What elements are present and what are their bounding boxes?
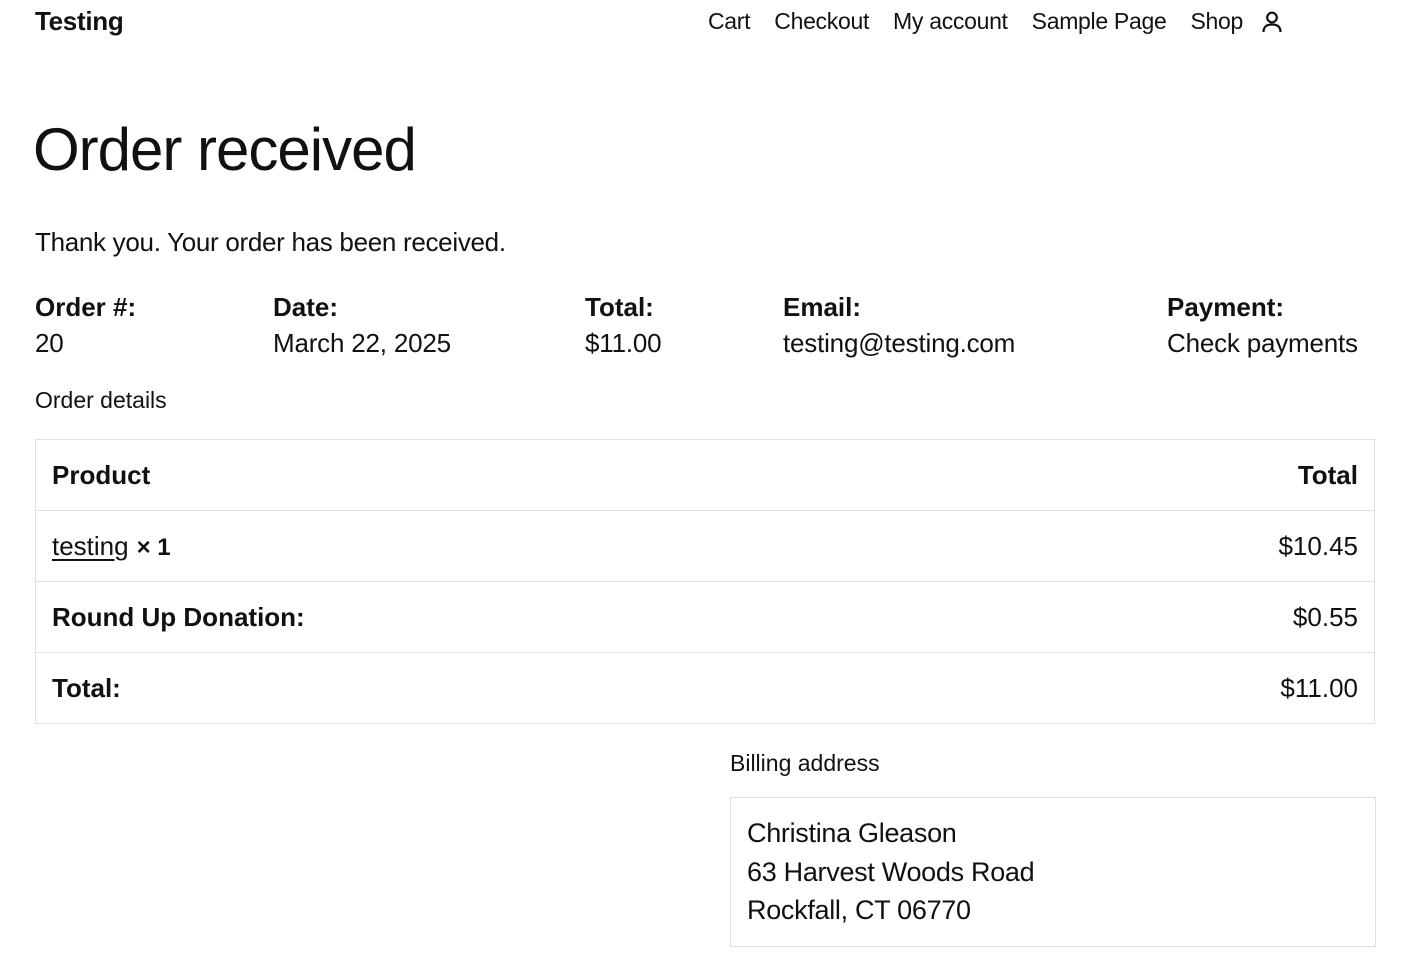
nav-item-sample-page[interactable]: Sample Page [1032,8,1167,35]
site-title[interactable]: Testing [35,6,124,37]
table-row: Round Up Donation: $0.55 [35,581,1375,653]
order-date-value: March 22, 2025 [273,328,451,358]
product-quantity: × 1 [136,533,171,561]
billing-city: Rockfall, CT 06770 [747,895,971,925]
product-total: $10.45 [996,510,1375,582]
order-email: Email: testing@testing.com [783,290,1015,362]
nav-item-shop[interactable]: Shop [1190,8,1243,35]
donation-label: Round Up Donation: [35,581,997,653]
order-total-label: Total: [585,292,654,322]
thank-you-message: Thank you. Your order has been received. [35,227,506,257]
user-icon[interactable] [1259,9,1285,35]
order-email-label: Email: [783,292,862,322]
order-number: Order #: 20 [35,290,136,362]
page-title: Order received [33,116,417,183]
table-row: Total: $11.00 [36,653,1375,724]
order-payment: Payment: Check payments [1167,290,1358,362]
order-date: Date: March 22, 2025 [273,290,451,362]
order-details-heading: Order details [35,387,167,413]
order-date-label: Date: [273,292,339,322]
order-payment-value: Check payments [1167,328,1358,358]
billing-name: Christina Gleason [747,818,957,848]
nav-item-my-account[interactable]: My account [893,8,1008,35]
table-header-row: Product Total [35,439,1375,511]
nav-item-cart[interactable]: Cart [708,8,751,35]
order-payment-label: Payment: [1167,292,1285,322]
column-header-total: Total [996,439,1375,511]
grand-total-value: $11.00 [1280,672,1358,703]
nav-item-checkout[interactable]: Checkout [774,8,869,35]
order-number-value: 20 [35,328,64,358]
main-nav: Cart Checkout My account Sample Page Sho… [708,8,1285,35]
order-details-table: Product Total testing × 1 $10.45 Round Up… [35,439,1375,724]
billing-street: 63 Harvest Woods Road [747,856,1035,887]
table-row: testing × 1 $10.45 [35,510,1375,582]
order-email-value: testing@testing.com [783,328,1016,358]
donation-value: $0.55 [996,581,1375,653]
column-header-product: Product [35,439,997,511]
order-overview: Order #: 20 Date: March 22, 2025 Total: … [0,290,1416,370]
grand-total-label: Total: [52,672,121,703]
order-total-value: $11.00 [585,328,662,358]
order-number-label: Order #: [35,292,137,322]
product-link[interactable]: testing [52,531,129,561]
product-cell: testing × 1 [35,510,997,582]
order-total: Total: $11.00 [585,290,662,362]
billing-address: Christina Gleason 63 Harvest Woods Road … [730,797,1376,947]
billing-address-heading: Billing address [730,750,880,776]
